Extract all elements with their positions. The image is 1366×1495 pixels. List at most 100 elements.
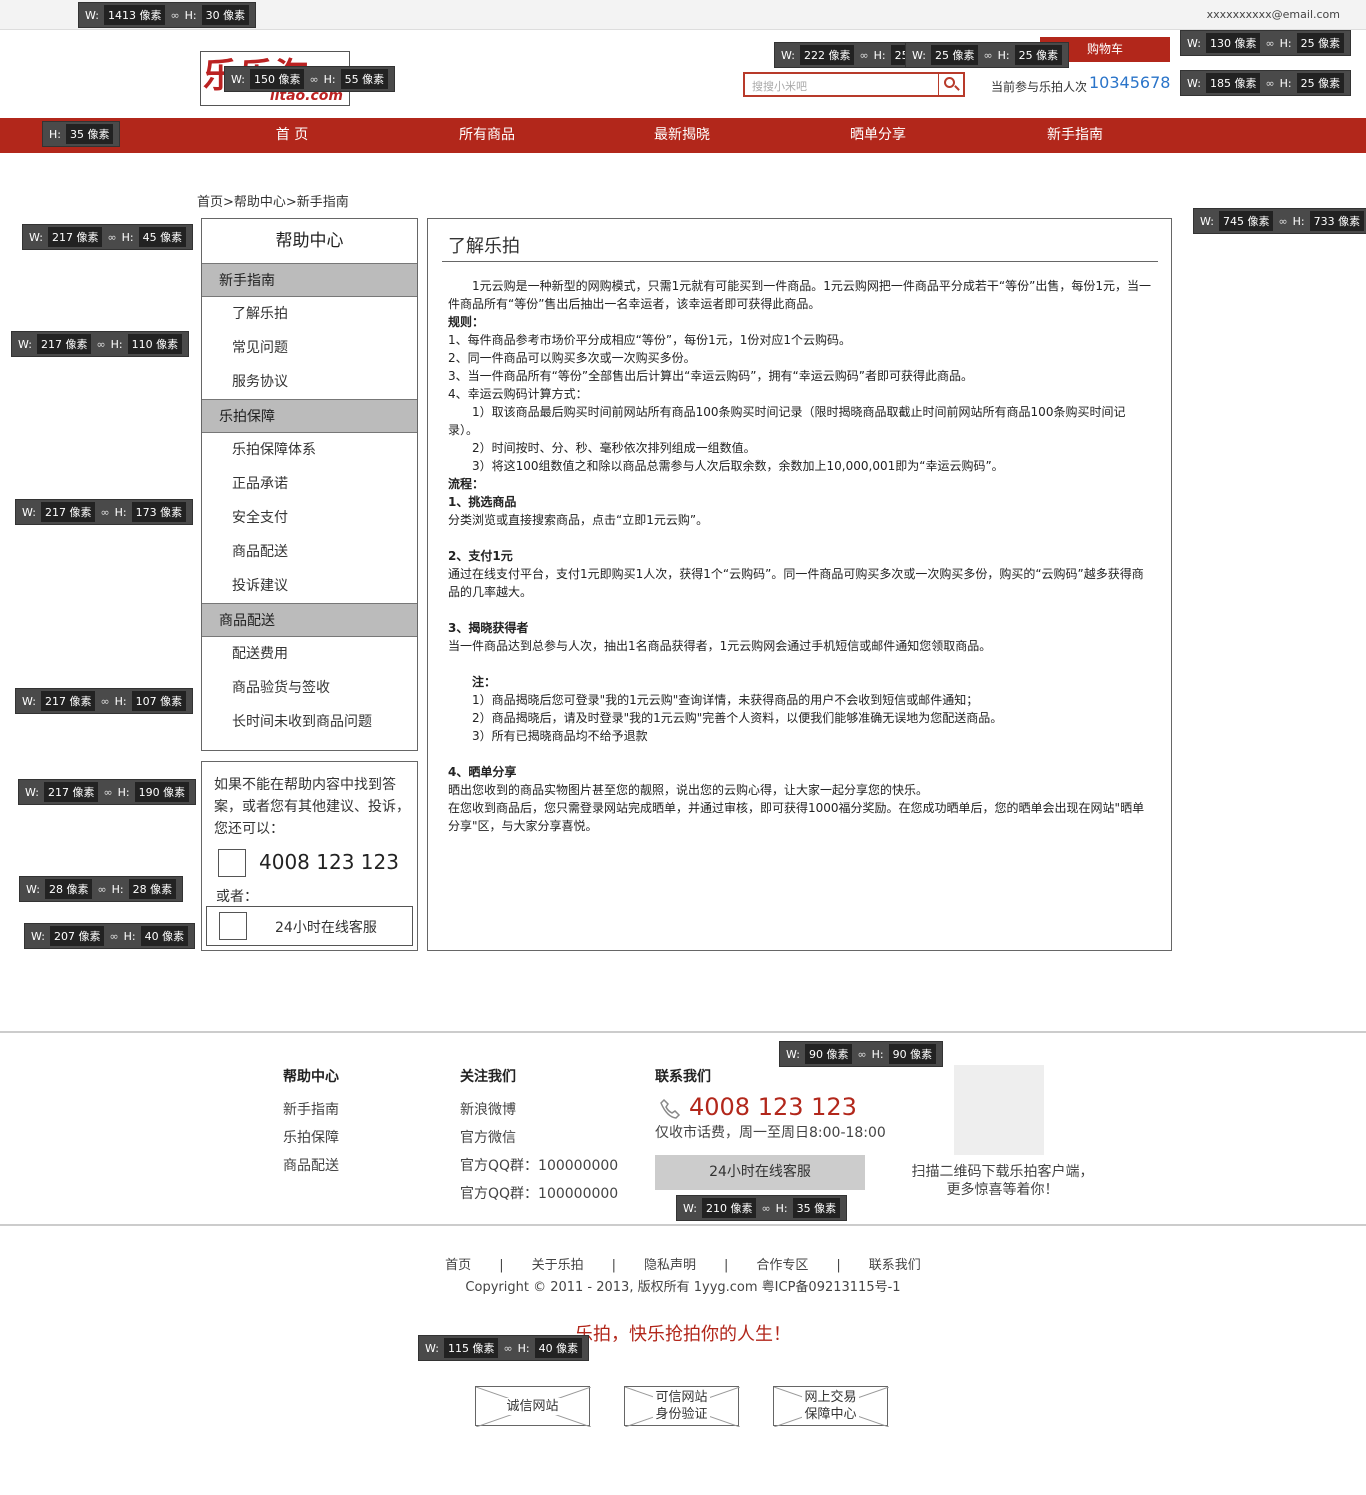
footer-link-privacy[interactable]: 隐私声明 — [644, 1258, 696, 1273]
nav-latest-reveal[interactable]: 最新揭晓 — [632, 118, 732, 153]
footer-link[interactable]: 官方QQ群：100000000 — [460, 1180, 618, 1208]
sidebar-item[interactable]: 服务协议 — [202, 365, 417, 399]
dimension-annotation: W: 745 像素 ∞ H: 733 像素 — [1193, 208, 1366, 234]
qr-code — [954, 1065, 1044, 1155]
link-icon: ∞ — [857, 1047, 867, 1061]
height-value: 110 像素 — [127, 334, 183, 354]
content-paragraph: 当一件商品达到总参与人次，抽出1名商品获得者，1元云购网会通过手机短信或邮件通知… — [448, 639, 992, 653]
footer-links: 首页 | 关于乐拍 | 隐私声明 | 合作专区 | 联系我们 — [0, 1254, 1366, 1273]
width-value: 130 像素 — [1205, 33, 1261, 53]
badge-trusted-site[interactable]: 诚信网站 — [475, 1386, 591, 1427]
width-label: W: — [22, 505, 36, 519]
footer-link[interactable]: 乐拍保障 — [283, 1124, 339, 1152]
sidebar-item[interactable]: 安全支付 — [202, 501, 417, 535]
slogan: 乐拍，快乐抢拍你的人生！ — [575, 1324, 791, 1345]
badge-label: 保障中心 — [802, 1406, 859, 1423]
dimension-annotation: W: 217 像素 ∞ H: 173 像素 — [15, 499, 194, 525]
sidebar-item[interactable]: 配送费用 — [202, 637, 417, 671]
width-value: 28 像素 — [44, 879, 93, 899]
sidebar-item[interactable]: 正品承诺 — [202, 467, 417, 501]
service-icon — [219, 912, 247, 940]
separator: | — [611, 1258, 616, 1273]
content-paragraph — [448, 745, 1153, 763]
footer-link[interactable]: 官方QQ群：100000000 — [460, 1152, 618, 1180]
sidebar-item[interactable]: 乐拍保障体系 — [202, 433, 417, 467]
width-label: W: — [912, 48, 926, 62]
dimension-annotation: W: 217 像素 ∞ H: 190 像素 — [18, 779, 197, 805]
height-value: 55 像素 — [340, 69, 389, 89]
footer-link-contact[interactable]: 联系我们 — [869, 1258, 921, 1273]
separator: | — [724, 1258, 729, 1273]
contact-phone: 4008 123 123 — [259, 850, 399, 874]
width-label: W: — [25, 785, 39, 799]
separator: | — [836, 1258, 841, 1273]
width-value: 217 像素 — [47, 227, 103, 247]
sidebar-item[interactable]: 了解乐拍 — [202, 297, 417, 331]
copyright: Copyright © 2011 - 2013, 版权所有 1yyg.com 粤… — [465, 1280, 901, 1295]
badge-label: 诚信网站 — [504, 1397, 561, 1415]
badge-trade-center[interactable]: 网上交易 保障中心 — [773, 1386, 889, 1427]
content-paragraph: 2）时间按时、分、秒、毫秒依次排列组成一组数值。 — [448, 441, 756, 455]
online-service-button[interactable]: 24小时在线客服 — [206, 906, 413, 946]
sidebar-item[interactable]: 投诉建议 — [202, 569, 417, 603]
sidebar-item[interactable]: 长时间未收到商品问题 — [202, 705, 417, 739]
content-paragraph: 分类浏览或直接搜索商品，点击“立即1元云购”。 — [448, 513, 709, 527]
footer-link[interactable]: 新浪微博 — [460, 1096, 618, 1124]
badge-label: 网上交易 — [802, 1389, 859, 1406]
height-value: 35 像素 — [792, 1198, 841, 1218]
sidebar-item[interactable]: 常见问题 — [202, 331, 417, 365]
dimension-annotation: W: 115 像素 ∞ H: 40 像素 — [418, 1335, 590, 1361]
search-input[interactable]: 搜搜小米吧 — [752, 78, 807, 94]
badge-identity[interactable]: 可信网站 身份验证 — [624, 1386, 740, 1427]
height-label: H: — [517, 1341, 530, 1355]
link-icon: ∞ — [859, 48, 869, 62]
content-paragraph: 通过在线支付平台，支付1元即购买1人次，获得1个“云购码”。同一件商品可购买多次… — [448, 567, 1144, 599]
main-nav: 首 页 所有商品 最新揭晓 晒单分享 新手指南 — [0, 118, 1366, 153]
footer-link-partner[interactable]: 合作专区 — [756, 1258, 808, 1273]
nav-guide[interactable]: 新手指南 — [1025, 118, 1125, 153]
count-value: 10345678 — [1089, 73, 1171, 92]
footer-link[interactable]: 商品配送 — [283, 1152, 339, 1180]
height-value: 173 像素 — [131, 502, 187, 522]
nav-home[interactable]: 首 页 — [242, 118, 342, 153]
height-label: H: — [111, 882, 124, 896]
height-label: H: — [114, 505, 127, 519]
width-label: W: — [1200, 214, 1214, 228]
width-value: 207 像素 — [49, 926, 105, 946]
width-label: W: — [786, 1047, 800, 1061]
content-subheading: 4、晒单分享 — [448, 765, 517, 779]
user-email[interactable]: xxxxxxxxxx@email.com — [1207, 8, 1340, 21]
sidebar-item[interactable]: 商品验货与签收 — [202, 671, 417, 705]
height-label: H: — [871, 1047, 884, 1061]
sidebar-section-guide[interactable]: 新手指南 — [202, 263, 417, 297]
content-subheading: 3、揭晓获得者 — [448, 621, 529, 635]
footer-link-home[interactable]: 首页 — [445, 1258, 471, 1273]
footer-link[interactable]: 官方微信 — [460, 1124, 618, 1152]
sidebar-item[interactable]: 商品配送 — [202, 535, 417, 569]
width-label: W: — [1187, 76, 1201, 90]
breadcrumb[interactable]: 首页>帮助中心>新手指南 — [197, 191, 349, 210]
width-value: 150 像素 — [249, 69, 305, 89]
sidebar-section-delivery[interactable]: 商品配送 — [202, 603, 417, 637]
link-icon: ∞ — [107, 230, 117, 244]
contact-box: 如果不能在帮助内容中找到答案，或者您有其他建议、投诉，您还可以： 4008 12… — [201, 761, 418, 951]
width-value: 217 像素 — [40, 691, 96, 711]
dimension-annotation: W: 1413 像素 ∞ H: 30 像素 — [78, 2, 257, 28]
footer-link-about[interactable]: 关于乐拍 — [532, 1258, 584, 1273]
heading-divider — [442, 261, 1158, 262]
nav-all-products[interactable]: 所有商品 — [437, 118, 537, 153]
height-label: H: — [121, 230, 134, 244]
width-value: 222 像素 — [799, 45, 855, 65]
height-label: H: — [123, 929, 136, 943]
nav-share[interactable]: 晒单分享 — [828, 118, 928, 153]
content-paragraph: 4、幸运云购码计算方式： — [448, 387, 588, 401]
footer-link[interactable]: 新手指南 — [283, 1096, 339, 1124]
height-label: H: — [323, 72, 336, 86]
footer-service-button[interactable]: 24小时在线客服 — [655, 1155, 865, 1190]
search-button[interactable] — [938, 74, 963, 95]
width-label: W: — [31, 929, 45, 943]
content-paragraph: 晒出您收到的商品实物图片甚至您的靓照，说出您的云购心得，让大家一起分享您的快乐。 — [448, 783, 929, 797]
sidebar-section-guarantee[interactable]: 乐拍保障 — [202, 399, 417, 433]
dimension-annotation: W: 130 像素 ∞ H: 25 像素 — [1180, 30, 1352, 56]
width-label: W: — [231, 72, 245, 86]
